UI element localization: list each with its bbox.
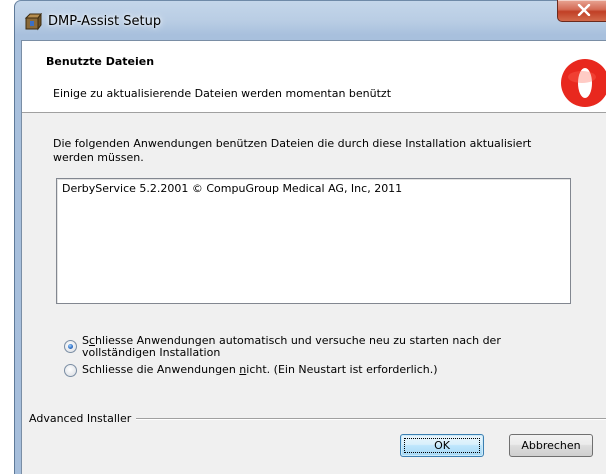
list-item[interactable]: DerbyService 5.2.2001 © CompuGroup Medic… — [62, 182, 402, 195]
applications-list[interactable]: DerbyService 5.2.2001 © CompuGroup Medic… — [56, 178, 571, 304]
focus-rectangle — [404, 438, 480, 453]
option-do-not-close[interactable]: Schliesse die Anwendungen nicht. (Ein Ne… — [64, 364, 438, 377]
banner-title: Benutzte Dateien — [46, 55, 155, 68]
dialog-client-area: Benutzte Dateien Einige zu aktualisieren… — [21, 40, 606, 474]
radio-do-not-close[interactable] — [64, 364, 77, 377]
cancel-button-label: Abbrechen — [521, 439, 581, 452]
option-do-not-close-label: Schliesse die Anwendungen nicht. (Ein Ne… — [82, 363, 438, 376]
option-close-automatically-label: Schliesse Anwendungen automatisch und ve… — [82, 334, 501, 359]
installer-box-icon — [24, 12, 42, 31]
ok-button[interactable]: OK — [400, 434, 484, 457]
title-bar[interactable]: DMP-Assist Setup — [14, 0, 606, 40]
banner-subtitle: Einige zu aktualisierende Dateien werden… — [53, 87, 392, 100]
window-title: DMP-Assist Setup — [48, 14, 162, 29]
installer-brand-label: Advanced Installer — [29, 412, 137, 425]
option-close-automatically[interactable]: Schliesse Anwendungen automatisch und ve… — [64, 335, 501, 359]
description-text: Die folgenden Anwendungen benützen Datei… — [53, 137, 532, 164]
close-button[interactable] — [557, 0, 606, 22]
cancel-button[interactable]: Abbrechen — [509, 434, 593, 457]
header-banner: Benutzte Dateien Einige zu aktualisieren… — [22, 41, 606, 113]
close-icon — [577, 4, 591, 16]
radio-close-automatically[interactable] — [64, 340, 77, 353]
red-circle-logo — [561, 59, 606, 107]
